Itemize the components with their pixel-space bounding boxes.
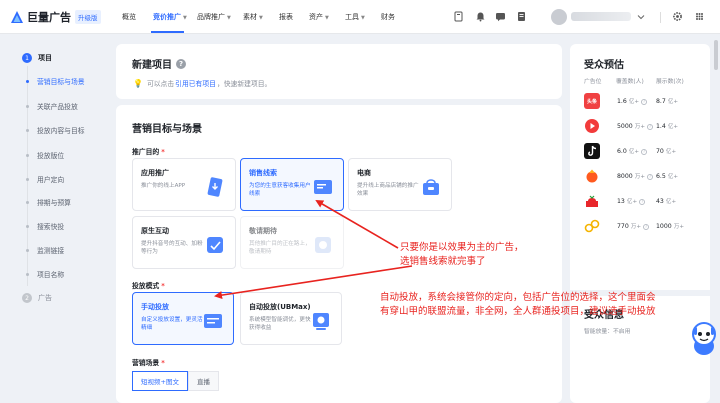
- annotation-text: 有穿山甲的联盟流量，非全网，全人群通投项目，建议选手动投放: [380, 306, 656, 317]
- assistant-mascot-icon[interactable]: [690, 320, 718, 356]
- annotation-text: 自动投放，系统会接管你的定向，包括广告位的选择，这个里面会: [380, 292, 656, 303]
- annotation-sales-leads: 只要你是以效果为主的广告， 选销售线索就完事了: [400, 241, 524, 269]
- annotation-text: 选销售线索就完事了: [400, 256, 486, 267]
- arrow-to-sales-leads: [315, 199, 399, 249]
- annotation-arrows: [214, 199, 413, 300]
- annotation-auto-delivery: 自动投放，系统会接管你的定向，包括广告位的选择，这个里面会 有穿山甲的联盟流量，…: [380, 291, 656, 319]
- annotation-text: 只要你是以效果为主的广告，: [400, 242, 524, 253]
